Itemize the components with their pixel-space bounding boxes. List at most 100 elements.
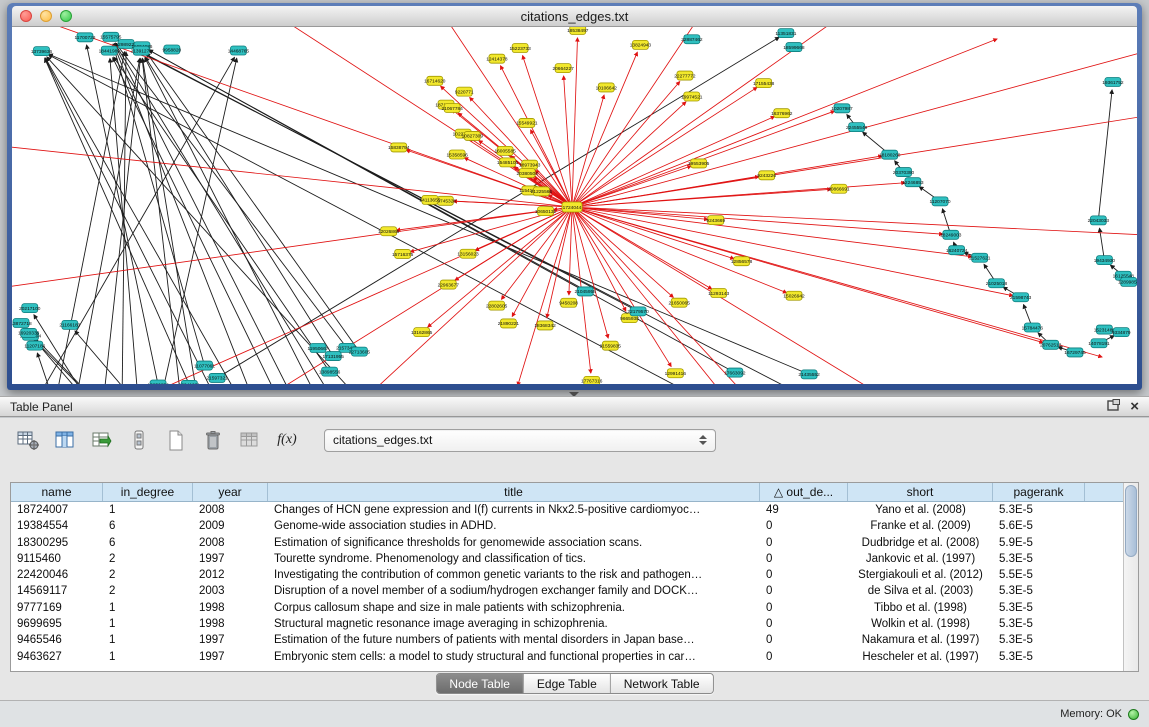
svg-text:11351831: 11351831 xyxy=(775,31,796,37)
column-header-out_degree[interactable]: △ out_de... xyxy=(760,483,848,501)
table-selector-dropdown[interactable]: citations_edges.txt xyxy=(324,429,716,452)
table-row[interactable]: 946554611997Estimation of the future num… xyxy=(11,632,1125,648)
cell-name: 14569117 xyxy=(11,583,103,599)
column-header-in_degree[interactable]: in_degree xyxy=(103,483,193,501)
svg-text:20217100: 20217100 xyxy=(19,306,41,312)
column-header-short[interactable]: short xyxy=(848,483,993,501)
cell-name: 9777169 xyxy=(11,600,103,616)
citation-network-graph[interactable]: 2066422718538497101066421382494319472629… xyxy=(12,27,1137,384)
table-header-row: namein_degreeyeartitle△ out_de...shortpa… xyxy=(11,483,1125,502)
merge-table-icon[interactable] xyxy=(236,427,264,454)
tab-network-table[interactable]: Network Table xyxy=(611,674,713,693)
new-document-icon[interactable] xyxy=(162,427,190,454)
cell-year: 1997 xyxy=(193,632,268,648)
table-panel-body: f(x) citations_edges.txt namein_degreeye… xyxy=(0,418,1149,700)
table-row[interactable]: 969969511998Structural magnetic resonanc… xyxy=(11,616,1125,632)
table-vertical-scrollbar[interactable] xyxy=(1123,483,1138,671)
cell-year: 2009 xyxy=(193,518,268,534)
svg-text:10650131: 10650131 xyxy=(535,209,557,215)
column-header-year[interactable]: year xyxy=(193,483,268,501)
close-panel-icon[interactable]: × xyxy=(1130,399,1139,414)
svg-text:12991416: 12991416 xyxy=(665,371,687,377)
cell-year: 1998 xyxy=(193,600,268,616)
float-panel-icon[interactable] xyxy=(1107,399,1120,414)
cell-out_degree: 0 xyxy=(760,518,848,534)
table-row[interactable]: 1456911722003Disruption of a novel membe… xyxy=(11,583,1125,599)
network-view[interactable]: 2066422718538497101066421382494319472629… xyxy=(12,27,1137,384)
svg-text:9958820: 9958820 xyxy=(163,47,182,53)
cell-title: Genome-wide association studies in ADHD. xyxy=(268,518,760,534)
table-toolbar: f(x) citations_edges.txt xyxy=(14,424,716,456)
svg-text:13739636: 13739636 xyxy=(31,49,53,55)
cell-title: Embryonic stem cells: a model to study s… xyxy=(268,649,760,665)
table-row[interactable]: 911546021997Tourette syndrome. Phenomeno… xyxy=(11,551,1125,567)
column-header-name[interactable]: name xyxy=(11,483,103,501)
svg-text:11293143: 11293143 xyxy=(708,291,729,297)
row-editor-icon[interactable] xyxy=(125,427,153,454)
dropdown-arrows-icon xyxy=(699,435,707,445)
table-row[interactable]: 1872400712008Changes of HCN gene express… xyxy=(11,502,1125,518)
function-builder-icon[interactable]: f(x) xyxy=(273,427,301,454)
svg-text:13156023: 13156023 xyxy=(457,252,479,258)
column-header-title[interactable]: title xyxy=(268,483,760,501)
svg-text:14113655: 14113655 xyxy=(419,198,440,204)
svg-text:17155438: 17155438 xyxy=(753,81,775,87)
cell-name: 9699695 xyxy=(11,616,103,632)
show-columns-icon[interactable] xyxy=(51,427,79,454)
svg-text:19553905: 19553905 xyxy=(688,161,710,167)
traffic-lights xyxy=(20,10,72,22)
svg-text:18368342: 18368342 xyxy=(534,323,556,329)
svg-text:11207070: 11207070 xyxy=(930,199,951,205)
cell-title: Investigating the contribution of common… xyxy=(268,567,760,583)
status-bar: Memory: OK xyxy=(0,700,1149,727)
svg-text:15485101: 15485101 xyxy=(497,160,519,166)
svg-text:13872718: 13872718 xyxy=(12,321,32,327)
column-header-pagerank[interactable]: pagerank xyxy=(993,483,1085,501)
table-panel-header: Table Panel × xyxy=(0,396,1149,417)
cell-short: Wolkin et al. (1998) xyxy=(848,616,993,632)
svg-text:9458208: 9458208 xyxy=(559,301,578,307)
table-panel-title: Table Panel xyxy=(10,400,73,414)
cell-title: Estimation of significance thresholds fo… xyxy=(268,535,760,551)
cell-in_degree: 2 xyxy=(103,583,193,599)
close-button[interactable] xyxy=(20,10,32,22)
window-title: citations_edges.txt xyxy=(12,6,1137,27)
svg-text:20762513: 20762513 xyxy=(1040,343,1062,349)
svg-text:9243669: 9243669 xyxy=(706,218,725,224)
svg-text:22455549: 22455549 xyxy=(846,125,868,131)
svg-text:18180260: 18180260 xyxy=(879,152,901,158)
svg-text:14468765: 14468765 xyxy=(228,48,250,54)
svg-text:19974521: 19974521 xyxy=(681,94,703,100)
table-row[interactable]: 1938455462009Genome-wide association stu… xyxy=(11,518,1125,534)
table-row[interactable]: 1830029562008Estimation of significance … xyxy=(11,535,1125,551)
svg-text:18441981: 18441981 xyxy=(99,48,121,54)
minimize-button[interactable] xyxy=(40,10,52,22)
svg-text:11950667: 11950667 xyxy=(307,346,328,352)
svg-text:12414378: 12414378 xyxy=(486,56,508,62)
tab-edge-table[interactable]: Edge Table xyxy=(524,674,611,693)
cell-short: Tibbo et al. (1998) xyxy=(848,600,993,616)
scrollbar-thumb[interactable] xyxy=(1125,485,1137,557)
svg-text:20380504: 20380504 xyxy=(517,171,539,177)
import-table-icon[interactable] xyxy=(88,427,116,454)
network-window-titlebar[interactable]: citations_edges.txt xyxy=(12,6,1137,27)
svg-text:21391279: 21391279 xyxy=(131,49,153,55)
zoom-button[interactable] xyxy=(60,10,72,22)
cell-year: 2008 xyxy=(193,502,268,518)
svg-text:15026942: 15026942 xyxy=(783,294,805,300)
svg-text:9334879: 9334879 xyxy=(1112,330,1131,336)
svg-text:21435552: 21435552 xyxy=(798,372,820,378)
cell-title: Tourette syndrome. Phenomenology and cla… xyxy=(268,551,760,567)
table-settings-icon[interactable] xyxy=(14,427,42,454)
delete-table-icon[interactable] xyxy=(199,427,227,454)
tab-node-table[interactable]: Node Table xyxy=(436,674,524,693)
table-row[interactable]: 946362711997Embryonic stem cells: a mode… xyxy=(11,649,1125,665)
cell-pagerank: 5.3E-5 xyxy=(993,632,1085,648)
cell-pagerank: 5.3E-5 xyxy=(993,600,1085,616)
cell-out_degree: 0 xyxy=(760,616,848,632)
table-selector-value: citations_edges.txt xyxy=(333,433,699,447)
table-row[interactable]: 2242004622012Investigating the contribut… xyxy=(11,567,1125,583)
table-row[interactable]: 977716911998Corpus callosum shape and si… xyxy=(11,600,1125,616)
svg-text:9220771: 9220771 xyxy=(455,89,474,95)
svg-text:12026865: 12026865 xyxy=(378,229,400,235)
